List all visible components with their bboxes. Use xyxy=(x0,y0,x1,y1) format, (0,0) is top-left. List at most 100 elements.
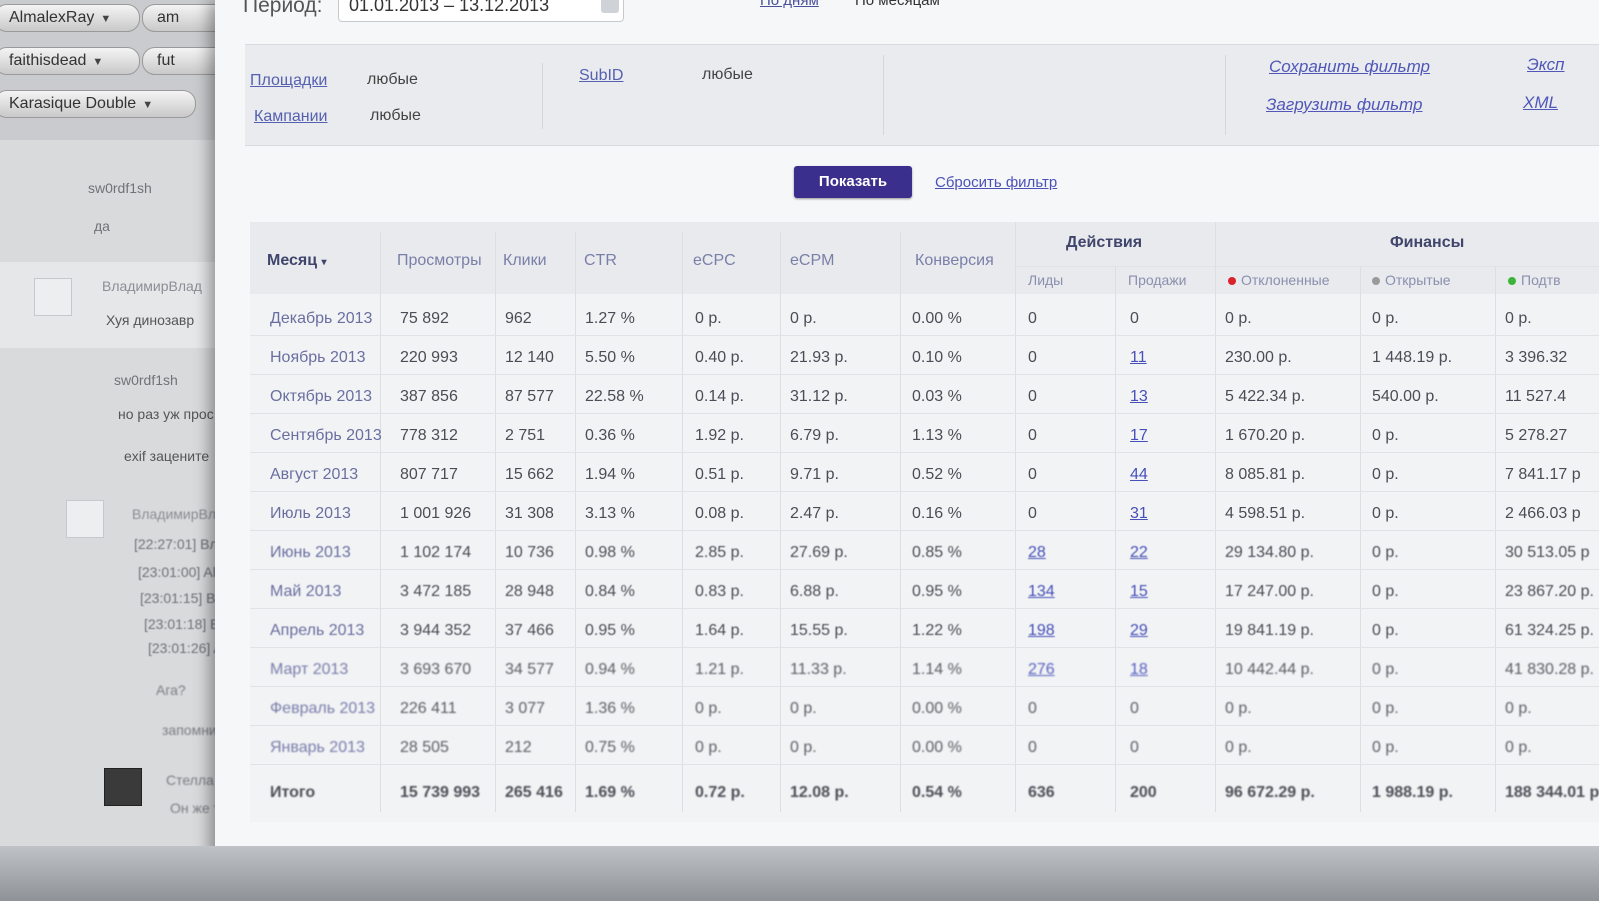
sort-desc-icon[interactable]: ▾ xyxy=(322,257,327,268)
cell-clicks: 37 466 xyxy=(505,622,554,639)
cell-month[interactable]: Август 2013 xyxy=(270,466,358,484)
cell-sales[interactable]: 44 xyxy=(1130,466,1148,484)
cell-leads: 0 xyxy=(1028,700,1037,717)
cell-sales[interactable]: 13 xyxy=(1130,388,1148,406)
cell-clicks: 15 662 xyxy=(505,466,554,483)
cell-ecpc: 1.92 р. xyxy=(695,427,744,444)
screen-bezel xyxy=(0,846,1599,901)
cell-open: 0 р. xyxy=(1372,739,1399,756)
subid-filter-value[interactable]: любые xyxy=(702,66,753,84)
cell-month[interactable]: Июнь 2013 xyxy=(270,544,351,562)
col-header-open-label: Открытые xyxy=(1385,272,1451,288)
status-dot-icon xyxy=(1508,277,1516,286)
by-days-link[interactable]: По дням xyxy=(760,0,819,9)
chevron-down-icon[interactable]: ▼ xyxy=(142,99,153,111)
cell-ecpc: 1.64 р. xyxy=(695,622,744,639)
col-header-ecpc[interactable]: eCPC xyxy=(693,252,736,270)
chat-tab[interactable]: AlmalexRay ▼ xyxy=(0,4,140,32)
cell-views: 3 472 185 xyxy=(400,583,472,600)
cell-ecpm: 27.69 р. xyxy=(790,544,848,561)
col-header-ctr[interactable]: CTR xyxy=(584,252,617,270)
cell-ecpc: 0.08 р. xyxy=(695,505,744,522)
cell-confirmed: 5 278.27 xyxy=(1505,427,1568,444)
cell-month[interactable]: Декабрь 2013 xyxy=(270,310,372,328)
filter-divider xyxy=(1225,55,1226,135)
cell-month[interactable]: Февраль 2013 xyxy=(270,700,375,718)
xml-link[interactable]: XML xyxy=(1523,93,1558,113)
cell-ecpm: 11.33 р. xyxy=(790,661,847,678)
period-input[interactable]: 01.01.2013 – 13.12.2013 xyxy=(338,0,624,22)
cell-clicks: 31 308 xyxy=(505,505,554,522)
calendar-icon[interactable] xyxy=(601,0,619,13)
cell-sales[interactable]: 11 xyxy=(1130,349,1147,367)
col-header-month[interactable]: Месяц ▾ xyxy=(267,252,327,270)
col-header-open[interactable]: Открытые xyxy=(1372,272,1451,288)
cell-ecpc: 0 р. xyxy=(695,310,722,327)
col-header-rejected[interactable]: Отклоненные xyxy=(1228,272,1330,288)
cell-month[interactable]: Сентябрь 2013 xyxy=(270,427,382,445)
subid-filter-label[interactable]: SubID xyxy=(579,67,623,85)
cell-leads[interactable]: 276 xyxy=(1028,661,1055,679)
by-months-link[interactable]: По месяцам xyxy=(855,0,940,9)
campaigns-filter-label[interactable]: Кампании xyxy=(254,108,328,126)
chevron-down-icon[interactable]: ▼ xyxy=(92,56,103,68)
cell-month[interactable]: Октябрь 2013 xyxy=(270,388,372,406)
save-filter-link[interactable]: Сохранить фильтр xyxy=(1269,57,1430,77)
chat-tab-label: faithisdead xyxy=(9,52,87,69)
cell-month[interactable]: Июль 2013 xyxy=(270,505,351,523)
cell-confirmed: 3 396.32 xyxy=(1505,349,1568,366)
platforms-filter-value[interactable]: любые xyxy=(367,71,418,89)
chat-tab[interactable]: Karasique Double ▼ xyxy=(0,90,196,118)
chat-message: exif зацените xyxy=(124,448,210,464)
filter-panel: Площадки любые Кампании любые SubID любы… xyxy=(245,44,1599,146)
cell-views: 3 944 352 xyxy=(400,622,472,639)
cell-leads[interactable]: 134 xyxy=(1028,583,1055,601)
col-header-ecpm[interactable]: eCPM xyxy=(790,252,834,270)
cell-month[interactable]: Май 2013 xyxy=(270,583,341,601)
cell-ecpc: 0.51 р. xyxy=(695,466,744,483)
cell-leads: 636 xyxy=(1028,784,1055,801)
cell-leads[interactable]: 198 xyxy=(1028,622,1055,640)
export-link[interactable]: Эксп xyxy=(1527,55,1565,75)
platforms-filter-label[interactable]: Площадки xyxy=(250,72,327,90)
cell-sales[interactable]: 29 xyxy=(1130,622,1148,640)
chevron-down-icon[interactable]: ▼ xyxy=(100,13,111,25)
col-header-sales[interactable]: Продажи xyxy=(1128,272,1186,288)
campaigns-filter-value[interactable]: любые xyxy=(370,107,421,125)
col-header-confirmed[interactable]: Подтв xyxy=(1508,272,1561,288)
cell-sales[interactable]: 18 xyxy=(1130,661,1148,679)
cell-ctr: 0.36 % xyxy=(585,427,635,444)
cell-confirmed: 41 830.28 р. xyxy=(1505,661,1594,678)
cell-clicks: 34 577 xyxy=(505,661,554,678)
cell-leads[interactable]: 28 xyxy=(1028,544,1046,562)
cell-conv: 0.16 % xyxy=(912,505,962,522)
cell-sales[interactable]: 15 xyxy=(1130,583,1148,601)
cell-confirmed: 2 466.03 р xyxy=(1505,505,1581,522)
cell-rejected: 4 598.51 р. xyxy=(1225,505,1306,522)
table-row: Январь 2013 28 505 212 0.75 % 0 р. 0 р. 0.00 %… xyxy=(250,727,1599,769)
col-header-views[interactable]: Просмотры xyxy=(397,252,482,270)
load-filter-link[interactable]: Загрузить фильтр xyxy=(1266,95,1422,115)
cell-conv: 0.85 % xyxy=(912,544,962,561)
chat-tab-label: am xyxy=(157,9,180,26)
cell-month[interactable]: Ноябрь 2013 xyxy=(270,349,366,367)
cell-month[interactable]: Январь 2013 xyxy=(270,739,365,757)
cell-month[interactable]: Апрель 2013 xyxy=(270,622,364,640)
cell-rejected: 230.00 р. xyxy=(1225,349,1292,366)
cell-ctr: 1.69 % xyxy=(585,784,635,801)
reset-filter-link[interactable]: Сбросить фильтр xyxy=(935,174,1057,191)
col-header-leads[interactable]: Лиды xyxy=(1028,272,1063,288)
col-header-conversion[interactable]: Конверсия xyxy=(915,252,994,270)
col-header-clicks[interactable]: Клики xyxy=(503,252,547,270)
cell-sales[interactable]: 17 xyxy=(1130,427,1148,445)
cell-views: 15 739 993 xyxy=(400,784,481,801)
status-dot-icon xyxy=(1372,277,1380,286)
filter-divider xyxy=(542,63,543,129)
cell-sales[interactable]: 22 xyxy=(1130,544,1148,562)
cell-sales[interactable]: 31 xyxy=(1130,505,1148,523)
chat-tab[interactable]: faithisdead ▼ xyxy=(0,47,140,75)
cell-month[interactable]: Март 2013 xyxy=(270,661,348,679)
show-button[interactable]: Показать xyxy=(794,166,912,198)
cell-views: 1 102 174 xyxy=(400,544,472,561)
cell-conv: 0.95 % xyxy=(912,583,962,600)
